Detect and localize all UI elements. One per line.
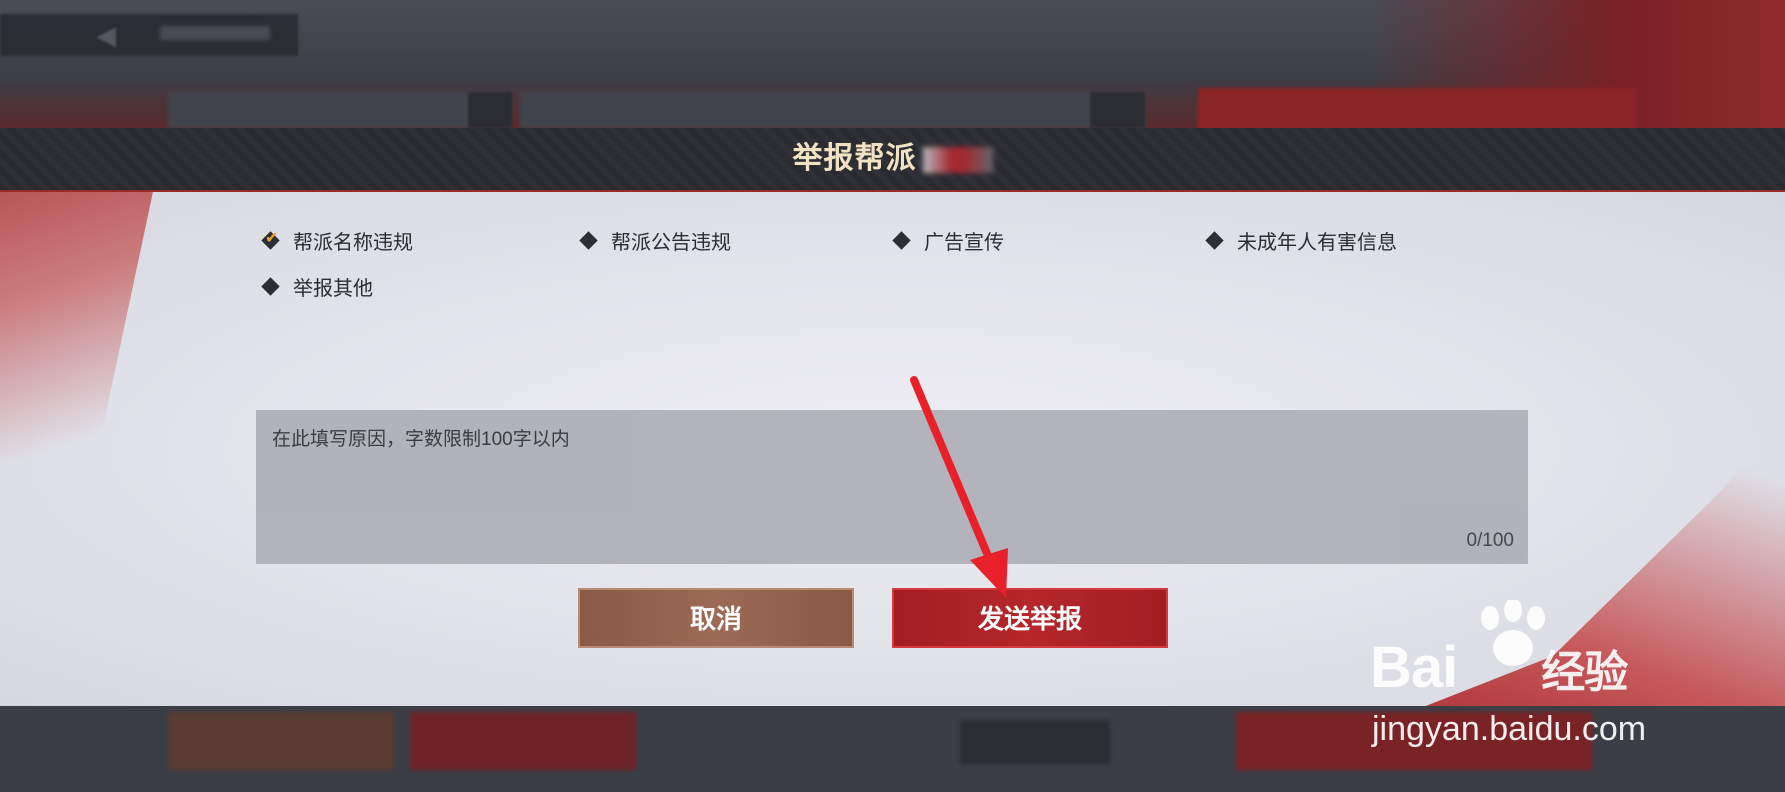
watermark-logo: Bai 经验 [1370,634,1628,701]
background-red-button [1198,88,1636,132]
dialog-title-row: 举报帮派 [0,128,1785,190]
brush-decoration-left [0,192,156,512]
background-bottom-button-1 [168,712,394,770]
background-bottom-button-2 [410,712,636,770]
background-select [168,92,508,128]
option-advertising[interactable]: 广告宣传 [892,228,1004,254]
redacted-guild-name [922,147,993,174]
option-label: 帮派公告违规 [611,231,731,254]
background-select-button [468,92,512,128]
back-arrow-icon: ◀ [96,20,116,50]
checked-diamond-icon [261,230,280,250]
option-guild-name-violation[interactable]: 帮派名称违规 [261,228,413,254]
background-bottom-pager [960,720,1110,764]
char-counter: 0/100 [1466,530,1514,551]
option-label: 举报其他 [293,277,373,300]
diamond-icon [892,230,911,250]
background-back-label [160,26,270,40]
dialog-title: 举报帮派 [792,142,917,175]
cancel-button[interactable]: 取消 [578,588,854,648]
background-search-button [1090,92,1145,128]
diamond-icon [261,276,280,296]
option-label: 广告宣传 [924,231,1004,254]
option-label: 帮派名称违规 [293,231,413,254]
option-guild-notice-violation[interactable]: 帮派公告违规 [579,228,731,254]
diamond-icon [579,230,598,250]
reason-placeholder: 在此填写原因，字数限制100字以内 [272,429,570,450]
send-report-button[interactable]: 发送举报 [892,588,1168,648]
watermark-logo-text: Bai [1370,635,1458,700]
option-harmful-to-minors[interactable]: 未成年人有害信息 [1205,228,1397,254]
background-search [520,92,1145,128]
reason-input[interactable]: 在此填写原因，字数限制100字以内 0/100 [256,410,1528,564]
option-other[interactable]: 举报其他 [261,274,373,300]
watermark-logo-suffix: 经验 [1541,648,1628,697]
diamond-icon [1205,230,1224,250]
watermark-url: jingyan.baidu.com [1372,710,1647,748]
option-label: 未成年人有害信息 [1237,231,1397,254]
